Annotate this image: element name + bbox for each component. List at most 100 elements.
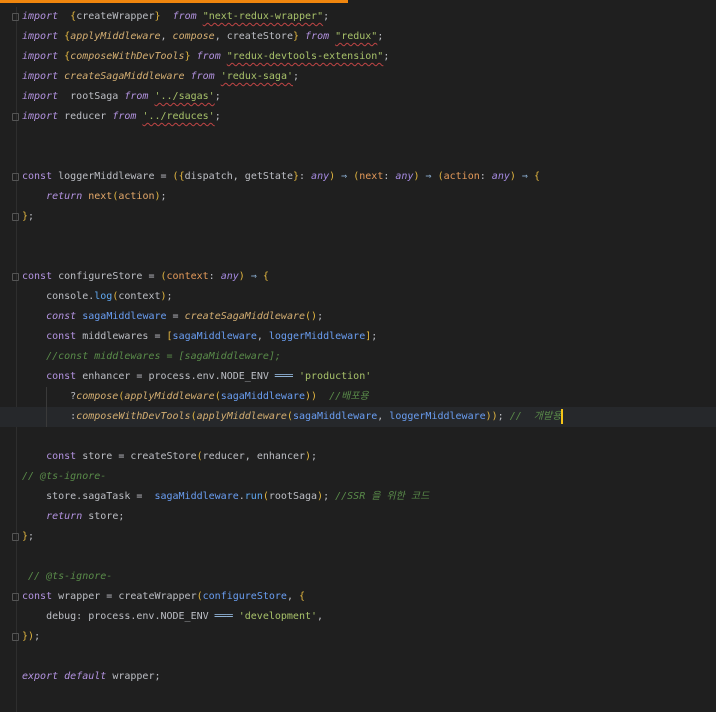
code-token: =	[166, 311, 185, 322]
code-line[interactable]: export default wrapper;	[0, 667, 716, 687]
code-line[interactable]: store.sagaTask = sagaMiddleware.run(root…	[0, 487, 716, 507]
fold-marker-icon[interactable]	[12, 113, 19, 121]
code-line[interactable]: return next(action);	[0, 187, 716, 207]
code-token: store = createStore	[76, 451, 197, 462]
code-line[interactable]: const loggerMiddleware = ({dispatch, get…	[0, 167, 716, 187]
code-editor[interactable]: import {createWrapper} from "next-redux-…	[0, 7, 716, 687]
code-token: return	[46, 511, 83, 522]
code-line[interactable]: console.log(context);	[0, 287, 716, 307]
code-token: ;	[28, 211, 35, 222]
code-token: sagaMiddleware	[82, 311, 167, 322]
code-token: '../reduces'	[142, 111, 215, 122]
code-token: // @ts-ignore-	[22, 571, 113, 582]
code-line[interactable]: // @ts-ignore-	[0, 567, 716, 587]
code-token: :	[208, 271, 221, 282]
code-line[interactable]	[0, 227, 716, 247]
code-line[interactable]: const wrapper = createWrapper(configureS…	[0, 587, 716, 607]
code-token: import	[22, 91, 59, 102]
code-token: any	[311, 171, 330, 182]
code-line[interactable]: ?compose(applyMiddleware(sagaMiddleware)…	[0, 387, 716, 407]
code-token: context	[118, 291, 161, 302]
fold-marker-icon[interactable]	[12, 273, 19, 281]
code-token: run	[244, 491, 263, 502]
code-line[interactable]: const enhancer = process.env.NODE_ENV ══…	[0, 367, 716, 387]
code-token: ;	[160, 191, 167, 202]
code-token: {	[262, 271, 269, 282]
fold-marker-icon[interactable]	[12, 593, 19, 601]
fold-marker-icon[interactable]	[12, 633, 19, 641]
code-token: from	[112, 111, 137, 122]
code-line[interactable]: debug: process.env.NODE_ENV ═══ 'develop…	[0, 607, 716, 627]
code-line[interactable]: return store;	[0, 507, 716, 527]
code-line[interactable]: import {createWrapper} from "next-redux-…	[0, 7, 716, 27]
indent-guide	[46, 407, 47, 427]
code-line[interactable]: };	[0, 527, 716, 547]
code-token: :	[299, 171, 312, 182]
code-line[interactable]: // @ts-ignore-	[0, 467, 716, 487]
code-token: configureStore	[202, 591, 287, 602]
code-token: enhancer = process.env.NODE_ENV	[76, 371, 275, 382]
code-line[interactable]: const sagaMiddleware = createSagaMiddlew…	[0, 307, 716, 327]
fold-marker-icon[interactable]	[12, 173, 19, 181]
code-line[interactable]: :composeWithDevTools(applyMiddleware(sag…	[0, 407, 716, 427]
code-line[interactable]	[0, 127, 716, 147]
fold-marker-icon[interactable]	[12, 13, 19, 21]
code-token: applyMiddleware	[196, 411, 287, 422]
code-line[interactable]	[0, 547, 716, 567]
code-token: ;	[377, 31, 384, 42]
code-token: ))	[305, 391, 318, 402]
fold-marker-icon[interactable]	[12, 533, 19, 541]
code-token: dispatch, getState	[184, 171, 293, 182]
code-token: :	[22, 411, 77, 422]
code-token: ;	[317, 311, 324, 322]
code-token: action	[443, 171, 480, 182]
code-token: ;	[371, 331, 378, 342]
code-line[interactable]: });	[0, 627, 716, 647]
code-token: {	[533, 171, 541, 182]
code-line[interactable]: import reducer from '../reduces';	[0, 107, 716, 127]
code-token: 'redux-saga'	[220, 71, 293, 82]
code-token: rootSaga	[268, 491, 318, 502]
code-line[interactable]	[0, 147, 716, 167]
code-line[interactable]: //const middlewares = [sagaMiddleware];	[0, 347, 716, 367]
code-line[interactable]: const middlewares = [sagaMiddleware, log…	[0, 327, 716, 347]
code-token: 'production'	[298, 371, 372, 382]
code-token: ;	[28, 531, 35, 542]
code-line[interactable]: const store = createStore(reducer, enhan…	[0, 447, 716, 467]
code-token: ))	[485, 411, 498, 422]
code-token: ?	[22, 391, 77, 402]
code-line[interactable]: import {composeWithDevTools} from "redux…	[0, 47, 716, 67]
code-token: import	[22, 111, 59, 122]
code-token: rootSaga	[58, 91, 125, 102]
code-token: console.	[22, 291, 95, 302]
code-token: middlewares =	[76, 331, 167, 342]
code-token: from	[196, 51, 221, 62]
fold-marker-icon[interactable]	[12, 213, 19, 221]
code-token: reducer	[58, 111, 113, 122]
code-token: // @ts-ignore-	[22, 471, 107, 482]
code-token: loggerMiddleware	[389, 411, 486, 422]
code-line[interactable]: };	[0, 207, 716, 227]
code-token: default	[64, 671, 107, 682]
code-token: ;	[34, 631, 41, 642]
code-line[interactable]	[0, 247, 716, 267]
code-token: sagaMiddleware	[154, 491, 239, 502]
code-token: action	[118, 191, 155, 202]
code-token: store.sagaTask =	[22, 491, 155, 502]
code-token: "next-redux-wrapper"	[202, 11, 324, 22]
code-line[interactable]: import createSagaMiddleware from 'redux-…	[0, 67, 716, 87]
code-token: ;	[383, 51, 390, 62]
code-line[interactable]	[0, 647, 716, 667]
code-line[interactable]: const configureStore = (context: any) ⇒ …	[0, 267, 716, 287]
code-line[interactable]	[0, 427, 716, 447]
code-line[interactable]: import rootSaga from '../sagas';	[0, 87, 716, 107]
code-token: from	[190, 71, 215, 82]
code-line[interactable]: import {applyMiddleware, compose, create…	[0, 27, 716, 47]
code-token: const	[46, 311, 77, 322]
